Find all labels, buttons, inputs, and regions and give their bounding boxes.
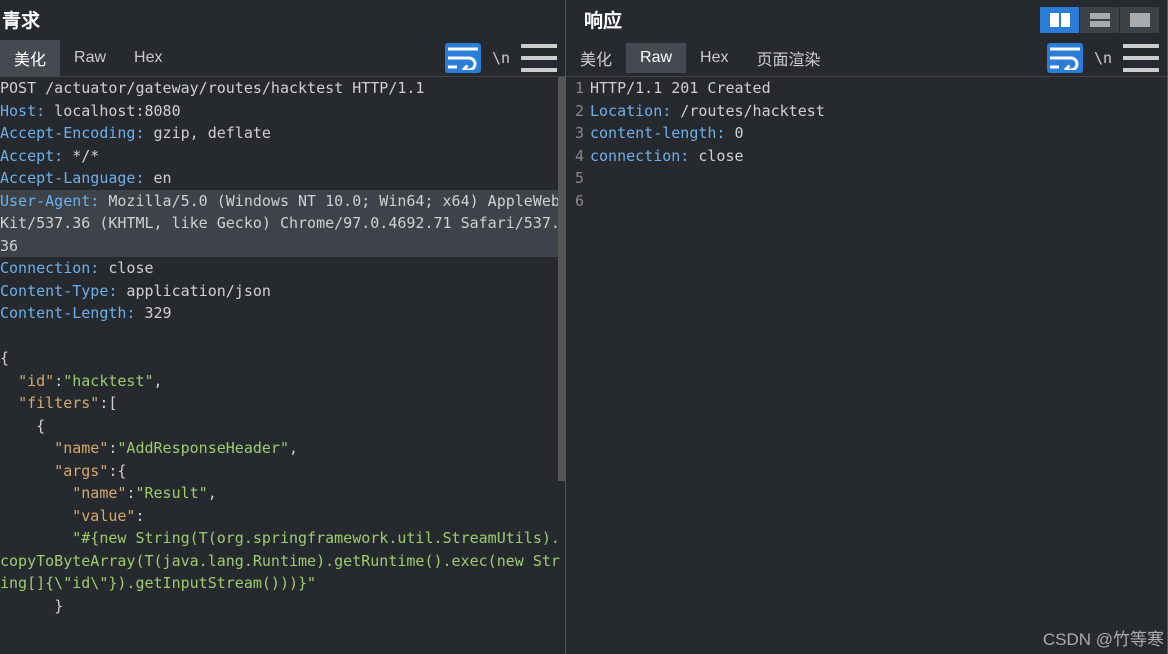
view-split-button[interactable]	[1040, 7, 1079, 33]
tab-hex-resp[interactable]: Hex	[686, 43, 742, 73]
hamburger-icon	[521, 44, 557, 72]
tab-beautify[interactable]: 美化	[0, 40, 60, 76]
response-tabbar: 美化 Raw Hex 页面渲染 \n	[566, 39, 1167, 77]
tab-render-resp[interactable]: 页面渲染	[742, 40, 834, 76]
request-panel: 青求 美化 Raw Hex \n POST /actuator/gateway/…	[0, 0, 566, 654]
tab-raw[interactable]: Raw	[60, 43, 120, 73]
newline-button[interactable]: \n	[483, 43, 519, 73]
hamburger-icon	[1123, 44, 1159, 72]
response-code[interactable]: HTTP/1.1 201 CreatedLocation: /routes/ha…	[590, 77, 1167, 654]
wrap-button[interactable]	[445, 43, 481, 73]
wrap-icon	[445, 46, 481, 70]
response-content[interactable]: 123456 HTTP/1.1 201 CreatedLocation: /ro…	[566, 77, 1167, 654]
view-mode-group	[1040, 7, 1167, 33]
response-gutter: 123456	[566, 77, 590, 654]
watermark: CSDN @竹等寒	[1043, 625, 1164, 650]
newline-button-resp[interactable]: \n	[1085, 43, 1121, 73]
menu-button[interactable]	[521, 43, 557, 73]
request-code[interactable]: POST /actuator/gateway/routes/hacktest H…	[0, 77, 565, 654]
wrap-button-resp[interactable]	[1047, 43, 1083, 73]
tab-raw-resp[interactable]: Raw	[626, 43, 686, 73]
split-icon	[1050, 13, 1070, 27]
view-full-button[interactable]	[1120, 7, 1159, 33]
request-tabbar: 美化 Raw Hex \n	[0, 39, 565, 77]
full-icon	[1130, 13, 1150, 27]
response-panel: 响应 美化 Raw Hex 页面渲染 \n 12345	[566, 0, 1168, 654]
response-title: 响应	[566, 0, 1167, 39]
request-title-text: 青求	[2, 6, 40, 33]
request-tools: \n	[445, 43, 565, 73]
wrap-icon	[1047, 46, 1083, 70]
response-title-text: 响应	[584, 6, 622, 33]
stack-icon	[1090, 13, 1110, 27]
request-content[interactable]: POST /actuator/gateway/routes/hacktest H…	[0, 77, 565, 654]
scroll-track[interactable]	[558, 77, 565, 654]
response-tools: \n	[1047, 43, 1167, 73]
tab-hex[interactable]: Hex	[120, 43, 176, 73]
tab-beautify-resp[interactable]: 美化	[566, 40, 626, 76]
view-stack-button[interactable]	[1080, 7, 1119, 33]
scroll-thumb[interactable]	[558, 77, 565, 481]
menu-button-resp[interactable]	[1123, 43, 1159, 73]
request-title: 青求	[0, 0, 565, 39]
